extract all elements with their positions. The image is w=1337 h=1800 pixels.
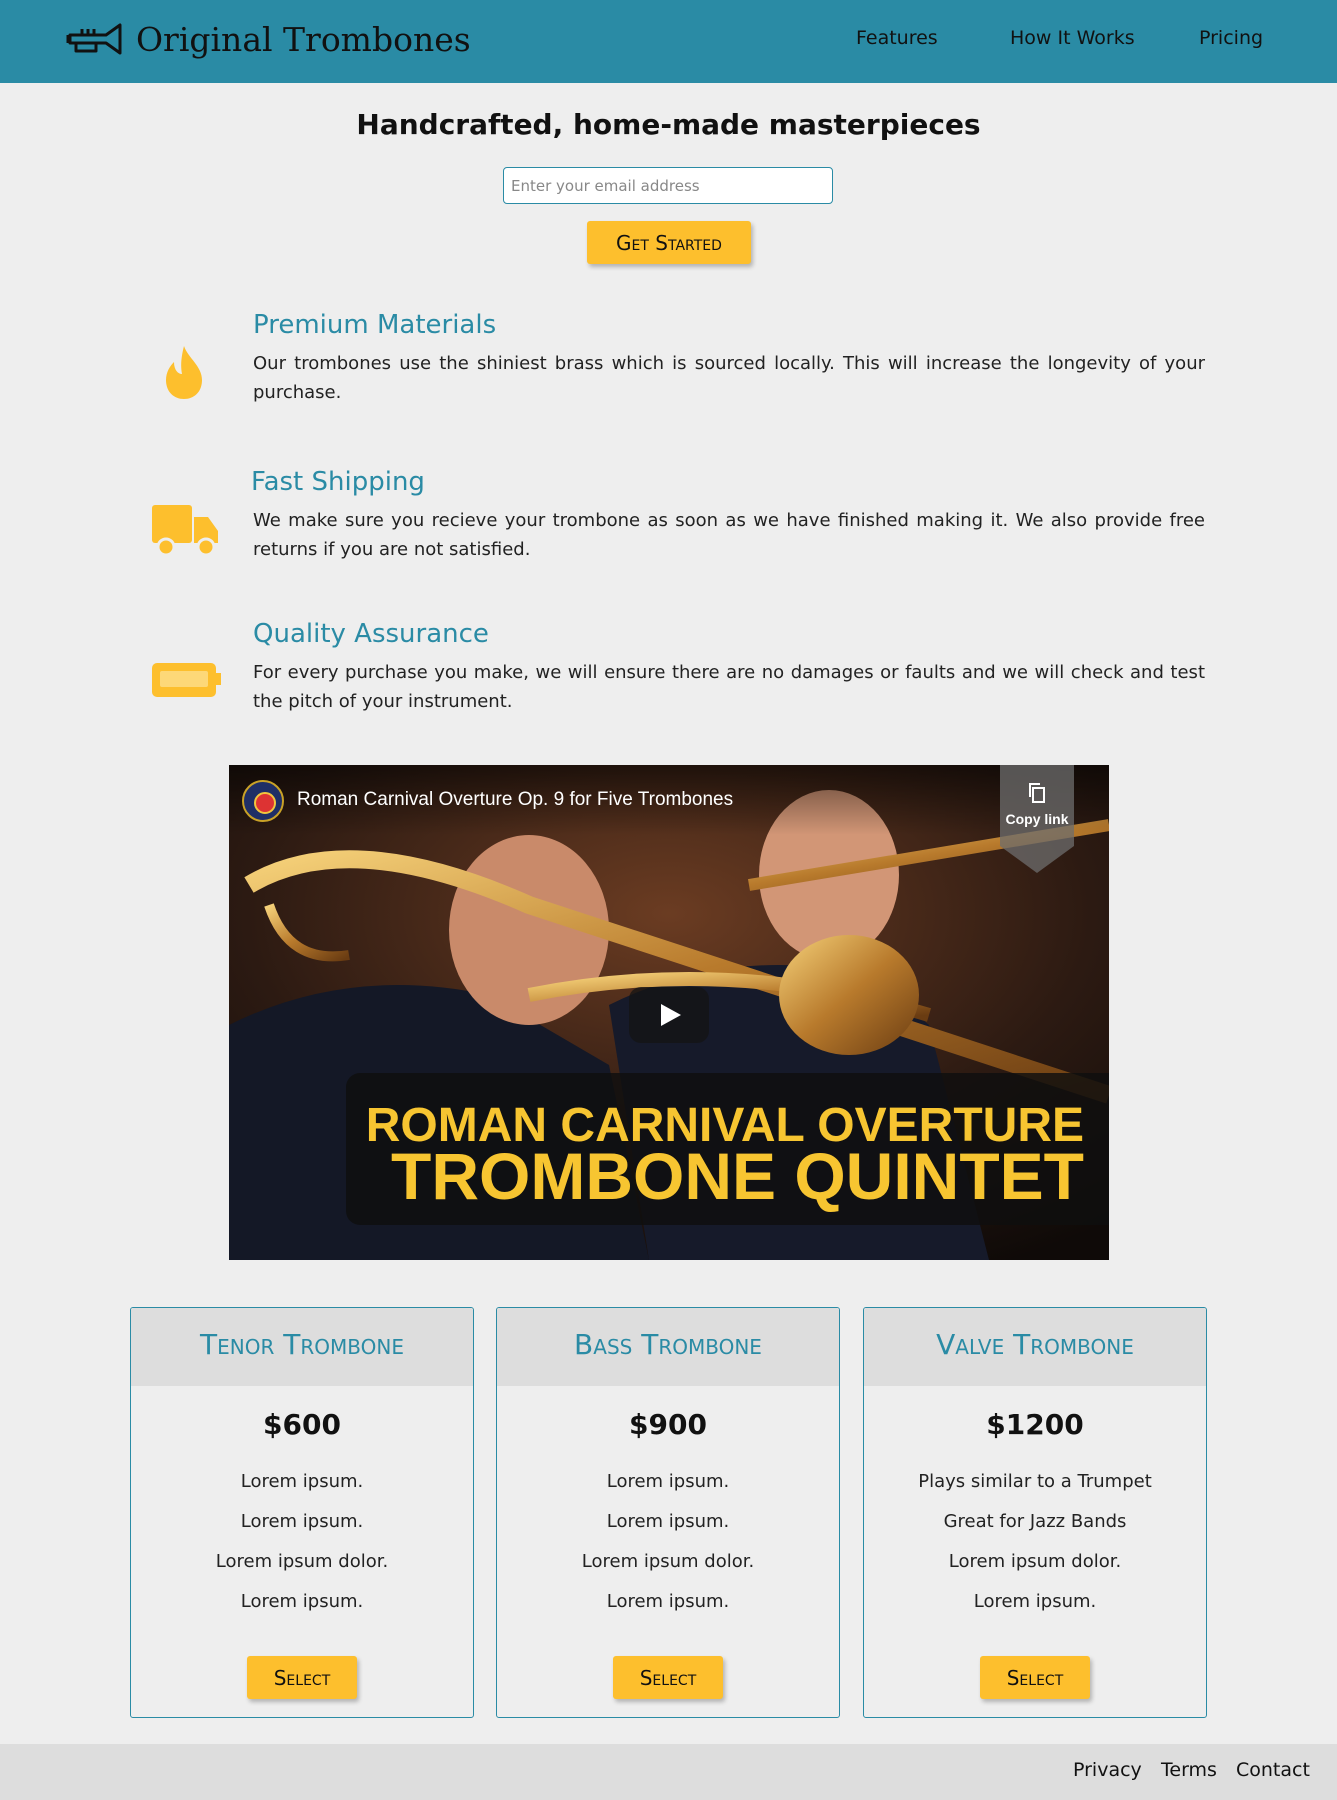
nav-link-features[interactable]: Features — [856, 27, 938, 49]
footer-link-terms[interactable]: Terms — [1161, 1759, 1217, 1781]
select-button-tenor[interactable]: Select — [247, 1656, 357, 1699]
select-button-valve[interactable]: Select — [980, 1656, 1090, 1699]
card-feature: Great for Jazz Bands — [943, 1511, 1127, 1532]
feature-text: For every purchase you make, we will ens… — [253, 662, 1205, 712]
brand-logo[interactable]: Original Trombones — [66, 17, 471, 61]
card-feature: Lorem ipsum. — [606, 1591, 730, 1612]
fire-icon — [166, 346, 202, 399]
feature-title: Fast Shipping — [251, 467, 425, 497]
truck-icon — [152, 505, 218, 557]
footer-link-contact[interactable]: Contact — [1236, 1759, 1310, 1781]
card-feature: Lorem ipsum. — [240, 1471, 364, 1492]
card-feature: Lorem ipsum dolor. — [215, 1551, 389, 1572]
nav-link-how-it-works[interactable]: How It Works — [1010, 27, 1135, 49]
play-icon[interactable] — [629, 987, 709, 1043]
card-feature: Lorem ipsum. — [606, 1511, 730, 1532]
feature-text: We make sure you recieve your trombone a… — [253, 510, 1205, 560]
video-player[interactable]: Roman Carnival Overture Op. 9 for Five T… — [229, 765, 1109, 1260]
card-price: $600 — [263, 1408, 341, 1441]
feature-title: Premium Materials — [253, 310, 497, 340]
card-feature: Lorem ipsum. — [240, 1591, 364, 1612]
card-price: $1200 — [986, 1408, 1084, 1441]
card-header: Bass Trombone — [497, 1308, 839, 1386]
card-feature: Lorem ipsum dolor. — [948, 1551, 1122, 1572]
card-title: Valve Trombone — [936, 1328, 1134, 1361]
trumpet-logo-icon — [66, 23, 122, 55]
video-title[interactable]: Roman Carnival Overture Op. 9 for Five T… — [297, 789, 733, 811]
email-input[interactable] — [503, 167, 833, 204]
card-price: $900 — [629, 1408, 707, 1441]
channel-avatar[interactable] — [242, 780, 284, 822]
brand-name: Original Trombones — [136, 19, 471, 59]
card-feature: Plays similar to a Trumpet — [918, 1471, 1152, 1492]
battery-icon — [152, 663, 221, 697]
feature-text: Our trombones use the shiniest brass whi… — [253, 353, 1205, 403]
get-started-button[interactable]: Get Started — [587, 221, 751, 264]
card-header: Valve Trombone — [864, 1308, 1206, 1386]
hero-title: Handcrafted, home-made masterpieces — [356, 108, 981, 141]
banner-line-2: TROMBONE QUINTET — [391, 1139, 1084, 1213]
video-title-bar: Roman Carnival Overture Op. 9 for Five T… — [229, 765, 1109, 835]
pricing-card-tenor: Tenor Trombone $600 Lorem ipsum. Lorem i… — [130, 1307, 474, 1718]
nav-link-pricing[interactable]: Pricing — [1199, 27, 1263, 49]
card-feature: Lorem ipsum. — [606, 1471, 730, 1492]
select-button-bass[interactable]: Select — [613, 1656, 723, 1699]
card-feature: Lorem ipsum dolor. — [581, 1551, 755, 1572]
card-feature: Lorem ipsum. — [240, 1511, 364, 1532]
footer-link-privacy[interactable]: Privacy — [1073, 1759, 1142, 1781]
card-title: Tenor Trombone — [200, 1328, 404, 1361]
site-header: Original Trombones Features How It Works… — [0, 0, 1337, 83]
pricing-card-bass: Bass Trombone $900 Lorem ipsum. Lorem ip… — [496, 1307, 840, 1718]
site-footer: Privacy Terms Contact — [0, 1744, 1337, 1800]
card-header: Tenor Trombone — [131, 1308, 473, 1386]
card-feature: Lorem ipsum. — [973, 1591, 1097, 1612]
copy-link-label: Copy link — [1005, 811, 1069, 827]
video-banner: ROMAN CARNIVAL OVERTURE TROMBONE QUINTET — [346, 1073, 1109, 1225]
card-title: Bass Trombone — [574, 1328, 762, 1361]
pricing-card-valve: Valve Trombone $1200 Plays similar to a … — [863, 1307, 1207, 1718]
feature-title: Quality Assurance — [253, 619, 489, 649]
copy-icon — [1029, 783, 1045, 803]
